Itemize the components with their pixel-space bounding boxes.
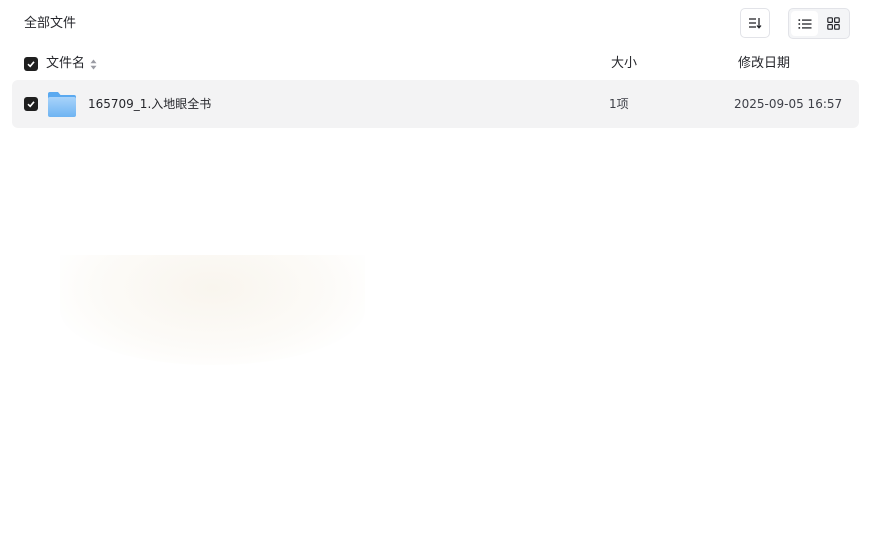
grid-view-icon — [827, 17, 840, 30]
column-name-label: 文件名 — [46, 56, 86, 71]
file-size: 1项 — [609, 97, 629, 111]
file-date: 2025-09-05 16:57 — [734, 97, 843, 111]
column-header-size[interactable]: 大小 — [611, 52, 637, 76]
sort-icon — [749, 18, 762, 29]
select-all-checkbox[interactable] — [24, 57, 38, 71]
list-view-button[interactable] — [791, 11, 818, 36]
column-header-date[interactable]: 修改日期 — [738, 52, 790, 76]
grid-view-button[interactable] — [820, 11, 847, 36]
row-checkbox[interactable] — [24, 97, 38, 111]
table-row[interactable]: 165709_1.入地眼全书 1项 2025-09-05 16:57 — [12, 80, 859, 128]
check-icon — [27, 61, 35, 68]
breadcrumb[interactable]: 全部文件 — [24, 14, 76, 34]
view-toggle — [788, 8, 850, 39]
check-icon — [27, 101, 35, 108]
folder-icon — [48, 92, 76, 117]
list-view-icon — [798, 18, 811, 29]
background-glow — [60, 255, 365, 365]
file-name[interactable]: 165709_1.入地眼全书 — [88, 95, 211, 113]
table-header: 文件名 大小 修改日期 — [0, 52, 874, 76]
sort-toggle-icon — [90, 59, 97, 69]
column-header-name[interactable]: 文件名 — [46, 52, 97, 76]
sort-button[interactable] — [740, 8, 770, 38]
